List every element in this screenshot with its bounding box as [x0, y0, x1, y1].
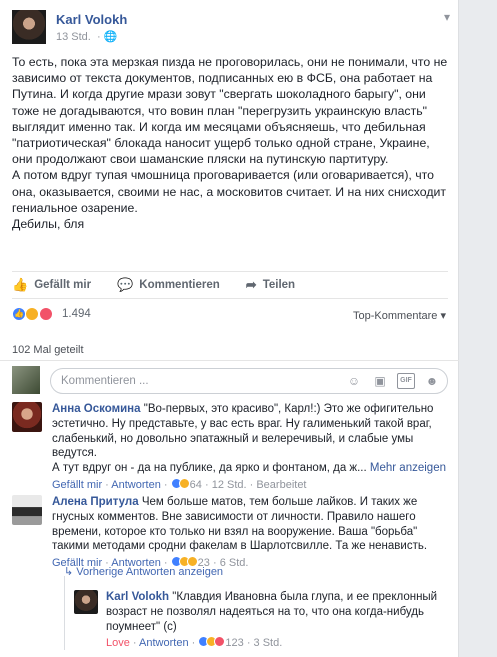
comment-footer: Gefällt mir · Antworten · 64 · 12 Std. ·… — [52, 477, 307, 491]
reply-footer: Love · Antworten · 123 · 3 Std. — [106, 636, 283, 650]
reply-author[interactable]: Karl Volokh — [106, 591, 169, 603]
comment-icon: 💬 — [117, 277, 134, 292]
see-more-link[interactable]: Mehr anzeigen — [370, 462, 446, 474]
sticker-icon[interactable]: ☻ — [423, 373, 441, 389]
haha-reaction-icon — [25, 306, 40, 321]
comment-placeholder: Kommentieren ... — [61, 375, 149, 387]
share-label: Teilen — [262, 279, 296, 291]
post-header: Karl Volokh 13 Std. · 🌐 ▾ — [12, 10, 452, 44]
gif-icon[interactable]: GIF — [397, 373, 415, 389]
chevron-down-icon[interactable]: ▾ — [444, 10, 450, 24]
reply-body: Karl Volokh "Клавдия Ивановна была глупа… — [106, 590, 452, 651]
share-icon: ➦ — [245, 277, 257, 292]
reaction-count[interactable]: 1.494 — [62, 308, 91, 320]
commenter-name[interactable]: Анна Оскомина — [52, 403, 141, 415]
reply-reaction-count[interactable]: 123 — [225, 637, 243, 649]
sort-label: Top-Kommentare — [353, 310, 438, 322]
reply-button[interactable]: Antworten — [139, 637, 189, 649]
comment-time[interactable]: 6 Std. — [220, 557, 249, 569]
comment-composer: Kommentieren ... ☺ ▣ GIF ☻ — [12, 366, 448, 394]
post-card: Karl Volokh 13 Std. · 🌐 ▾ То есть, пока … — [0, 0, 459, 657]
share-count[interactable]: 102 Mal geteilt — [12, 344, 84, 356]
commenter-name[interactable]: Алена Притула — [52, 496, 139, 508]
love-reaction-icon — [214, 636, 226, 648]
viewer-avatar — [12, 366, 40, 394]
thumbs-up-icon: 👍 — [12, 277, 29, 292]
previous-replies-label: Vorherige Antworten anzeigen — [76, 566, 224, 578]
post-paragraph: Дебилы, бля — [12, 217, 85, 232]
camera-icon[interactable]: ▣ — [371, 373, 389, 389]
divider — [0, 360, 459, 361]
comment-time[interactable]: 12 Std. — [212, 479, 247, 491]
love-reaction-icon — [38, 306, 53, 321]
reply-arrow-icon: ↳ — [64, 566, 77, 578]
post-time[interactable]: 13 Std. — [56, 31, 91, 43]
share-button[interactable]: ➦ Teilen — [246, 277, 295, 293]
composer-icons: ☺ ▣ GIF ☻ — [337, 373, 441, 389]
comment-body: Анна Оскомина "Во-первых, это красиво", … — [52, 402, 452, 493]
like-label: Gefällt mir — [34, 279, 92, 291]
comment-text-continued: А тут вдруг он - да на публике, да ярко … — [52, 462, 367, 475]
author-avatar[interactable] — [12, 10, 46, 44]
comment-reply-button[interactable]: Antworten — [111, 479, 161, 491]
thread-line — [64, 576, 65, 650]
reactions-summary: 👍 1.494 Top-Kommentare ▾ — [12, 306, 448, 326]
commenter-avatar[interactable] — [12, 402, 42, 432]
edited-label[interactable]: Bearbeitet — [256, 479, 306, 491]
globe-icon: · 🌐 — [93, 31, 118, 43]
haha-reaction-icon — [178, 477, 190, 489]
comment-button[interactable]: 💬 Kommentieren — [117, 277, 220, 293]
sort-comments-dropdown[interactable]: Top-Kommentare ▾ — [353, 309, 446, 322]
comment-reaction-count[interactable]: 64 — [190, 479, 202, 491]
like-button[interactable]: 👍 Gefällt mir — [12, 277, 91, 293]
post-paragraph: А потом вдруг тупая чмошница проговарива… — [12, 168, 447, 215]
reply-time[interactable]: 3 Std. — [254, 637, 283, 649]
comment-like-button[interactable]: Gefällt mir — [52, 479, 102, 491]
comment-input[interactable]: Kommentieren ... ☺ ▣ GIF ☻ — [50, 368, 448, 394]
chevron-down-icon: ▾ — [440, 310, 446, 322]
author-name[interactable]: Karl Volokh — [56, 12, 127, 27]
previous-replies-link[interactable]: ↳ Vorherige Antworten anzeigen — [64, 565, 223, 578]
post-actions: 👍 Gefällt mir 💬 Kommentieren ➦ Teilen — [12, 271, 448, 299]
reaction-icons[interactable]: 👍 — [12, 306, 53, 321]
post-body: То есть, пока эта мерзкая пизда не прого… — [12, 54, 452, 232]
commenter-avatar[interactable] — [12, 495, 42, 525]
reply-avatar[interactable] — [74, 590, 98, 614]
comment-body: Алена Притула Чем больше матов, тем боль… — [52, 495, 452, 571]
like-reaction-icon: 👍 — [12, 306, 26, 321]
emoji-icon[interactable]: ☺ — [345, 373, 363, 389]
love-button[interactable]: Love — [106, 637, 130, 649]
post-timestamp[interactable]: 13 Std. · 🌐 — [56, 30, 117, 43]
post-paragraph: То есть, пока эта мерзкая пизда не прого… — [12, 55, 448, 167]
comment-label: Kommentieren — [139, 279, 220, 291]
